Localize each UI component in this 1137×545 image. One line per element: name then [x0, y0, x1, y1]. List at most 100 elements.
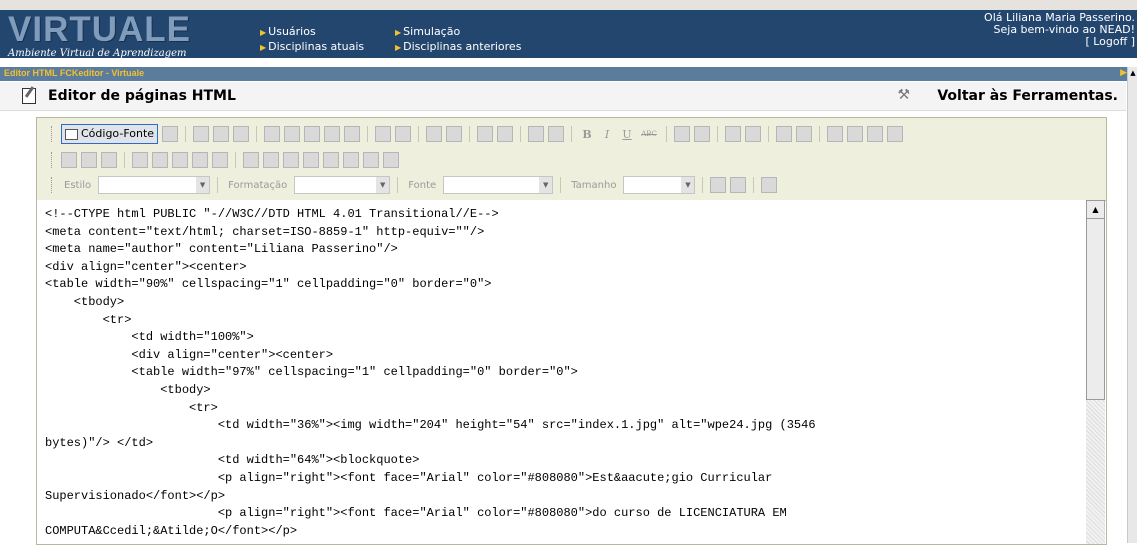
paste-icon[interactable] — [304, 126, 321, 142]
align-right-icon[interactable] — [867, 126, 884, 142]
paste-word-icon[interactable] — [344, 126, 361, 142]
source-code-text[interactable]: <!--CTYPE html PUBLIC "-//W3C//DTD HTML … — [37, 200, 1086, 540]
toolbar-separator — [256, 126, 258, 142]
source-code-label: Código-Fonte — [81, 127, 155, 140]
table-icon[interactable] — [132, 152, 148, 168]
save-icon[interactable] — [193, 126, 210, 142]
nav-usuarios-label: Usuários — [268, 25, 316, 38]
nav-simulacao-label: Simulação — [403, 25, 461, 38]
background-color-icon[interactable] — [730, 177, 747, 193]
nav-disciplinas-anteriores[interactable]: ▶ Disciplinas anteriores — [395, 40, 521, 54]
link-icon[interactable] — [61, 152, 77, 168]
scroll-up-icon[interactable]: ▲ — [1128, 67, 1137, 79]
checkbox-icon[interactable] — [263, 152, 279, 168]
find-icon[interactable] — [477, 126, 494, 142]
style-select[interactable]: ▼ — [98, 176, 211, 194]
special-char-icon[interactable] — [192, 152, 208, 168]
tools-icon[interactable]: ⚒ — [897, 87, 910, 103]
toolbar-row-3: Estilo ▼ Formatação ▼ Fonte ▼ Tamanho ▼ — [51, 175, 778, 195]
select-all-icon[interactable] — [528, 126, 545, 142]
underline-icon[interactable]: U — [619, 128, 635, 141]
text-color-icon[interactable] — [710, 177, 727, 193]
toolbar-row-2 — [51, 150, 399, 170]
window-title: Editor HTML FCKeditor - Virtuale — [4, 68, 145, 78]
arrow-icon: ▶ — [260, 43, 267, 52]
site-header: VIRTUALE Ambiente Virtual de Aprendizage… — [0, 10, 1137, 59]
page-break-icon[interactable] — [212, 152, 228, 168]
toolbar-separator — [469, 126, 471, 142]
preview-icon[interactable] — [162, 126, 179, 142]
replace-icon[interactable] — [497, 126, 514, 142]
superscript-icon[interactable] — [694, 126, 711, 142]
toolbar-separator — [397, 177, 399, 193]
nav-usuarios[interactable]: ▶ Usuários — [260, 25, 316, 39]
source-code-area[interactable]: <!--CTYPE html PUBLIC "-//W3C//DTD HTML … — [37, 200, 1086, 544]
user-greeting: Olá Liliana Maria Passerino. Seja bem-vi… — [984, 12, 1135, 48]
toolbar-separator — [235, 152, 236, 168]
remove-format-icon[interactable] — [548, 126, 565, 142]
chevron-down-icon: ▼ — [376, 177, 390, 193]
spellcheck-icon[interactable] — [395, 126, 412, 142]
paste-text-icon[interactable] — [324, 126, 341, 142]
scrollbar-thumb[interactable] — [1086, 218, 1105, 400]
text-field-icon[interactable] — [303, 152, 319, 168]
horizontal-rule-icon[interactable] — [152, 152, 168, 168]
undo-icon[interactable] — [426, 126, 443, 142]
print-icon[interactable] — [375, 126, 392, 142]
style-label: Estilo — [64, 179, 92, 191]
nav-disciplinas-atuais[interactable]: ▶ Disciplinas atuais — [260, 40, 364, 54]
scroll-up-icon[interactable]: ▲ — [1086, 200, 1105, 219]
toolbar-grip[interactable] — [51, 152, 55, 168]
unordered-list-icon[interactable] — [745, 126, 762, 142]
toolbar-separator — [819, 126, 821, 142]
textarea-icon[interactable] — [323, 152, 339, 168]
virtuale-logo[interactable]: VIRTUALE — [8, 12, 191, 48]
window-titlebar: Editor HTML FCKeditor - Virtuale ▶ — [0, 67, 1137, 81]
ordered-list-icon[interactable] — [725, 126, 742, 142]
page-scrollbar[interactable]: ▲ — [1127, 67, 1137, 543]
size-select[interactable]: ▼ — [623, 176, 696, 194]
back-to-tools-link[interactable]: Voltar às Ferramentas. — [937, 88, 1118, 104]
toolbar-grip[interactable] — [51, 177, 55, 193]
chevron-down-icon: ▼ — [539, 177, 553, 193]
unlink-icon[interactable] — [81, 152, 97, 168]
help-icon[interactable] — [761, 177, 778, 193]
format-select[interactable]: ▼ — [294, 176, 391, 194]
bold-icon[interactable]: B — [579, 128, 595, 141]
select-field-icon[interactable] — [343, 152, 359, 168]
outdent-icon[interactable] — [776, 126, 793, 142]
toolbar-grip[interactable] — [51, 126, 55, 142]
toolbar-separator — [124, 152, 125, 168]
form-icon[interactable] — [243, 152, 259, 168]
nav-simulacao[interactable]: ▶ Simulação — [395, 25, 460, 39]
smiley-icon[interactable] — [172, 152, 188, 168]
align-center-icon[interactable] — [847, 126, 864, 142]
font-select[interactable]: ▼ — [443, 176, 554, 194]
radio-icon[interactable] — [283, 152, 299, 168]
redo-icon[interactable] — [446, 126, 463, 142]
align-left-icon[interactable] — [827, 126, 844, 142]
cut-icon[interactable] — [264, 126, 281, 142]
subscript-icon[interactable] — [674, 126, 691, 142]
italic-icon[interactable]: I — [599, 128, 615, 141]
logoff-link[interactable]: [ Logoff ] — [984, 36, 1135, 48]
anchor-icon[interactable] — [101, 152, 117, 168]
new-page-icon[interactable] — [213, 126, 230, 142]
hidden-field-icon[interactable] — [383, 152, 399, 168]
arrow-icon: ▶ — [395, 28, 402, 37]
toolbar-separator — [520, 126, 522, 142]
align-justify-icon[interactable] — [887, 126, 904, 142]
preview-page-icon[interactable] — [233, 126, 250, 142]
strikethrough-icon[interactable]: ABC — [639, 130, 659, 138]
source-code-button[interactable]: Código-Fonte — [61, 124, 159, 144]
size-label: Tamanho — [571, 179, 617, 191]
indent-icon[interactable] — [796, 126, 813, 142]
page-title: Editor de páginas HTML — [48, 88, 236, 104]
copy-icon[interactable] — [284, 126, 301, 142]
toolbar-separator — [185, 126, 187, 142]
button-icon[interactable] — [363, 152, 379, 168]
source-icon — [65, 128, 78, 140]
html-editor: Código-Fonte B I U ABC Estilo ▼ Formataç… — [36, 117, 1107, 545]
editor-scrollbar[interactable]: ▲ — [1086, 200, 1105, 544]
font-label: Fonte — [408, 179, 437, 191]
